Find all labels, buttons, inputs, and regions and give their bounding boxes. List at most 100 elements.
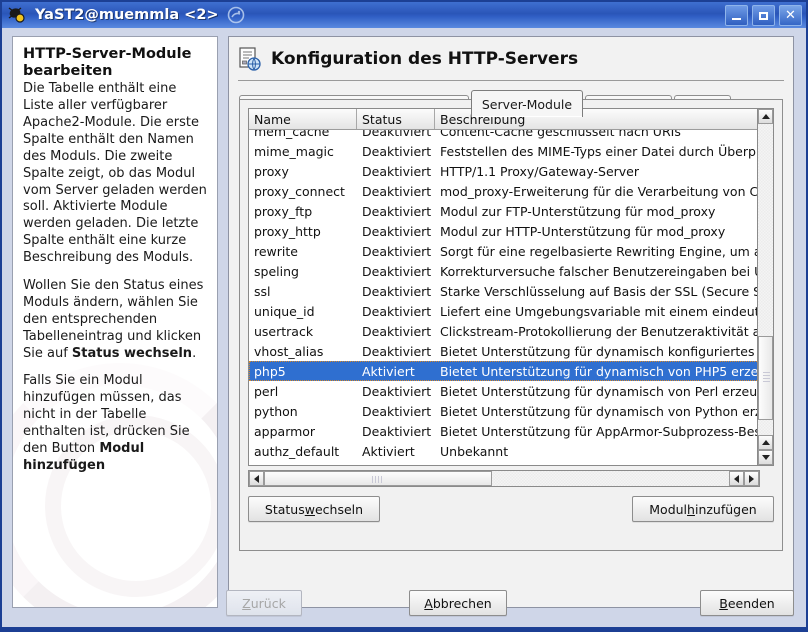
page-title: Konfiguration des HTTP-Servers [271, 49, 578, 69]
module-status-cell: Deaktiviert [357, 184, 435, 199]
page-header: Konfiguration des HTTP-Servers [229, 37, 793, 72]
table-row[interactable]: php5AktiviertBietet Unterstützung für dy… [249, 361, 759, 381]
minimize-button[interactable] [725, 5, 748, 26]
yast-bug-icon [7, 5, 29, 25]
close-button[interactable]: ✕ [779, 5, 802, 26]
arrow-up-icon-secondary [762, 440, 770, 445]
table-row[interactable]: authz_defaultAktiviertUnbekannt [249, 441, 759, 461]
table-body: mem_cache Deaktiviert Content-Cache geschl… [249, 130, 759, 465]
module-description-cell: Liefert eine Umgebungsvariable mit einem… [435, 304, 759, 319]
cancel-label: bbrechen [433, 596, 492, 611]
module-description-cell: mod_proxy-Erweiterung für die Verarbeitu… [435, 184, 759, 199]
table-row[interactable]: vhost_aliasDeaktiviertBietet Unterstützu… [249, 341, 759, 361]
table-row[interactable]: proxy_connectDeaktiviertmod_proxy-Erweit… [249, 181, 759, 201]
table-row[interactable]: rewriteDeaktiviertSorgt für eine regelba… [249, 241, 759, 261]
table-row[interactable]: sslDeaktiviertStarke Verschlüsselung auf… [249, 281, 759, 301]
table-row[interactable]: proxyDeaktiviertHTTP/1.1 Proxy/Gateway-S… [249, 161, 759, 181]
table-row[interactable]: unique_idDeaktiviertLiefert eine Umgebun… [249, 301, 759, 321]
cancel-button[interactable]: Abbrechen [409, 590, 507, 616]
close-icon: ✕ [785, 9, 796, 22]
add-module-button[interactable]: Modul hinzufügen [632, 496, 774, 522]
table-row[interactable]: mime_magicDeaktiviertFeststellen des MIM… [249, 141, 759, 161]
module-name-cell: authz_default [249, 444, 357, 459]
module-description-cell: Starke Verschlüsselung auf Basis der SSL… [435, 284, 759, 299]
status-toggle-button[interactable]: Status wechseln [248, 496, 380, 522]
module-status-cell: Aktiviert [357, 364, 435, 379]
module-description-cell: Bietet Unterstützung für dynamisch von P… [435, 364, 759, 379]
tab-server-modules[interactable]: Server-Module [471, 90, 583, 117]
module-name-cell: apparmor [249, 424, 357, 439]
maximize-button[interactable] [752, 5, 775, 26]
arrow-down-icon [762, 455, 770, 460]
tab-panel-server-modules: Name Status Beschreibung mem_cacheDeakti… [239, 99, 783, 551]
scroll-down-button[interactable] [758, 450, 773, 465]
module-name-cell: ssl [249, 284, 357, 299]
module-name-cell: mime_magic [249, 144, 357, 159]
table-row[interactable]: spelingDeaktiviertKorrekturversuche fals… [249, 261, 759, 281]
table-row[interactable]: apparmorDeaktiviertBietet Unterstützung … [249, 421, 759, 441]
add-module-accesskey: h [687, 502, 695, 517]
module-status-cell: Deaktiviert [357, 404, 435, 419]
arrow-left-icon [254, 475, 259, 483]
hscroll-thumb[interactable] [264, 471, 492, 486]
help-heading: HTTP-Server-Module bearbeiten [23, 46, 207, 80]
status-toggle-pre: Status [265, 502, 305, 517]
scroll-up-button[interactable] [758, 109, 773, 124]
vscroll-track[interactable] [758, 124, 773, 435]
module-status-cell: Deaktiviert [357, 304, 435, 319]
scroll-right-button[interactable] [744, 471, 759, 486]
suse-gecko-icon [227, 6, 245, 24]
arrow-right-icon [749, 475, 754, 483]
main-panel: Konfiguration des HTTP-Servers Lauschen … [228, 36, 794, 608]
finish-accesskey: B [719, 596, 728, 611]
work-area: HTTP-Server-Module bearbeiten Die Tabell… [2, 28, 806, 630]
module-name-cell: perl [249, 384, 357, 399]
help-paragraph-1: Die Tabelle enthält eine Liste aller ver… [23, 81, 207, 267]
module-name-cell: mem_cache [249, 130, 357, 139]
modules-table[interactable]: Name Status Beschreibung mem_cacheDeakti… [248, 108, 760, 466]
arrow-up-icon [762, 114, 770, 119]
table-row[interactable]: mem_cacheDeaktiviertContent-Cache geschl… [249, 130, 759, 141]
arrow-left-icon-secondary [734, 475, 739, 483]
module-name-cell: proxy_ftp [249, 204, 357, 219]
table-horizontal-scrollbar[interactable] [248, 470, 760, 487]
scroll-left-button[interactable] [249, 471, 264, 486]
module-name-cell: unique_id [249, 304, 357, 319]
help-paragraph-2: Wollen Sie den Status eines Moduls änder… [23, 278, 207, 362]
table-row[interactable]: pythonDeaktiviertBietet Unterstützung fü… [249, 401, 759, 421]
column-header-status[interactable]: Status [357, 109, 435, 129]
dialog-footer: Zurück Abbrechen Beenden [2, 590, 806, 622]
table-row[interactable]: proxy_ftpDeaktiviertModul zur FTP-Unters… [249, 201, 759, 221]
module-status-cell: Deaktiviert [357, 224, 435, 239]
scroll-up-button-secondary[interactable] [758, 435, 773, 450]
window-bottom-accent [2, 627, 806, 630]
module-name-cell: vhost_alias [249, 344, 357, 359]
finish-button[interactable]: Beenden [700, 590, 794, 616]
back-button[interactable]: Zurück [226, 590, 302, 616]
module-description-cell: Unbekannt [435, 444, 759, 459]
module-name-cell: proxy_http [249, 224, 357, 239]
cancel-accesskey: A [424, 596, 433, 611]
module-description-cell: HTTP/1.1 Proxy/Gateway-Server [435, 164, 759, 179]
module-description-cell: Bietet Unterstützung für AppArmor-Subpro… [435, 424, 759, 439]
module-status-cell: Deaktiviert [357, 264, 435, 279]
window-titlebar: YaST2@muemmla <2> ✕ [2, 2, 806, 28]
module-description-cell: Modul zur HTTP-Unterstützung für mod_pro… [435, 224, 759, 239]
column-header-name[interactable]: Name [249, 109, 357, 129]
table-row[interactable]: usertrackDeaktiviertClickstream-Protokol… [249, 321, 759, 341]
hscroll-track[interactable] [264, 471, 729, 486]
yast-window: YaST2@muemmla <2> ✕ HTTP-Server-Module b… [0, 0, 808, 632]
module-status-cell: Deaktiviert [357, 324, 435, 339]
vscroll-thumb[interactable] [758, 336, 773, 420]
module-name-cell: usertrack [249, 324, 357, 339]
table-row[interactable]: proxy_httpDeaktiviertModul zur HTTP-Unte… [249, 221, 759, 241]
table-vertical-scrollbar[interactable] [757, 108, 774, 466]
scroll-left-button-secondary[interactable] [729, 471, 744, 486]
module-name-cell: php5 [249, 364, 357, 379]
module-description-cell: Bietet Unterstützung für dynamisch von P… [435, 404, 759, 419]
module-description-cell: Content-Cache geschlüsselt nach URIs [435, 130, 759, 139]
module-status-cell: Deaktiviert [357, 204, 435, 219]
table-row[interactable]: perlDeaktiviertBietet Unterstützung für … [249, 381, 759, 401]
window-controls: ✕ [725, 5, 802, 26]
module-status-cell: Deaktiviert [357, 284, 435, 299]
